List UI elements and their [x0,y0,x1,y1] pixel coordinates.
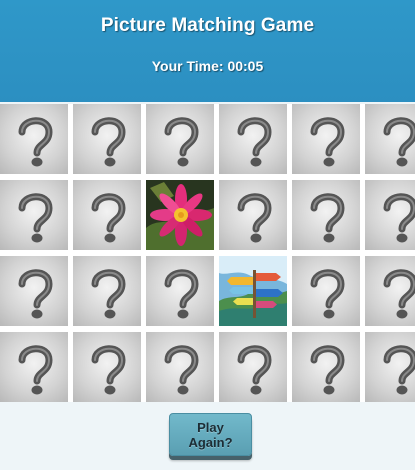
hidden-card-r2-c2[interactable] [73,180,141,250]
hidden-card-r3-c5[interactable] [292,256,360,326]
pink-flower-image [146,180,214,250]
hidden-card-r2-c4[interactable] [219,180,287,250]
question-mark-icon [18,117,53,167]
hidden-card-r1-c5[interactable] [292,104,360,174]
game-header: Picture Matching Game Your Time: 00:05 [0,0,415,102]
hidden-card-r2-c6[interactable] [365,180,415,250]
hidden-card-r4-c6[interactable] [365,332,415,402]
question-mark-icon [91,345,126,395]
question-mark-icon [310,269,345,319]
card-grid [0,104,415,402]
picture-matching-game: Picture Matching Game Your Time: 00:05 P… [0,0,415,470]
hidden-card-r4-c5[interactable] [292,332,360,402]
question-mark-icon [237,117,272,167]
revealed-card-flower[interactable] [146,180,214,250]
hidden-card-r3-c3[interactable] [146,256,214,326]
hidden-card-r3-c2[interactable] [73,256,141,326]
revealed-card-signpost[interactable] [219,256,287,326]
question-mark-icon [18,193,53,243]
hidden-card-r1-c4[interactable] [219,104,287,174]
question-mark-icon [383,345,415,395]
timer-display: Your Time: 00:05 [151,58,264,74]
hidden-card-r1-c6[interactable] [365,104,415,174]
hidden-card-r2-c1[interactable] [0,180,68,250]
hidden-card-r4-c4[interactable] [219,332,287,402]
question-mark-icon [310,117,345,167]
hidden-card-r4-c1[interactable] [0,332,68,402]
question-mark-icon [383,193,415,243]
question-mark-icon [164,269,199,319]
question-mark-icon [383,269,415,319]
question-mark-icon [237,193,272,243]
hidden-card-r2-c5[interactable] [292,180,360,250]
question-mark-icon [310,345,345,395]
hidden-card-r1-c1[interactable] [0,104,68,174]
hidden-card-r3-c1[interactable] [0,256,68,326]
question-mark-icon [18,269,53,319]
hidden-card-r4-c2[interactable] [73,332,141,402]
hidden-card-r1-c3[interactable] [146,104,214,174]
signpost-image [219,256,287,326]
question-mark-icon [18,345,53,395]
question-mark-icon [164,117,199,167]
game-title: Picture Matching Game [100,15,315,36]
question-mark-icon [383,117,415,167]
play-again-button[interactable]: Play Again? [169,413,252,456]
hidden-card-r1-c2[interactable] [73,104,141,174]
question-mark-icon [91,269,126,319]
question-mark-icon [310,193,345,243]
question-mark-icon [164,345,199,395]
question-mark-icon [91,193,126,243]
question-mark-icon [237,345,272,395]
question-mark-icon [91,117,126,167]
hidden-card-r4-c3[interactable] [146,332,214,402]
hidden-card-r3-c6[interactable] [365,256,415,326]
